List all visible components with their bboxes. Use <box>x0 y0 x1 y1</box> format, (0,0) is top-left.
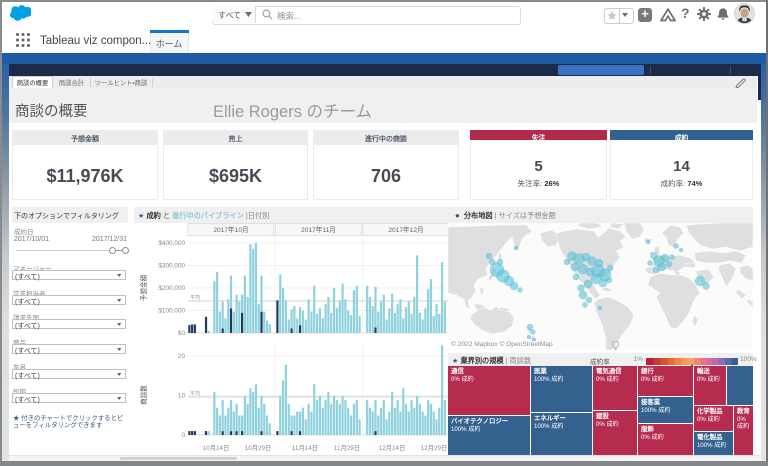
svg-text:平均: 平均 <box>190 293 200 301</box>
svg-text:$0: $0 <box>178 330 186 337</box>
svg-text:2017年12月: 2017年12月 <box>388 225 423 234</box>
svg-text:12月29日: 12月29日 <box>421 444 448 452</box>
svg-text:11月14日: 11月14日 <box>292 444 318 452</box>
svg-text:$100,000: $100,000 <box>158 308 185 315</box>
svg-text:$300,000: $300,000 <box>158 263 185 270</box>
svg-text:12月14日: 12月14日 <box>379 444 406 452</box>
svg-text:20: 20 <box>178 353 186 360</box>
svg-text:10: 10 <box>178 393 186 400</box>
svg-text:$200,000: $200,000 <box>158 285 185 292</box>
svg-text:10月29日: 10月29日 <box>245 444 272 452</box>
svg-text:平均: 平均 <box>190 389 200 397</box>
svg-text:2017年11月: 2017年11月 <box>301 225 336 234</box>
svg-text:10月14日: 10月14日 <box>203 444 230 452</box>
svg-text:2017年10月: 2017年10月 <box>213 225 248 234</box>
svg-text:0: 0 <box>181 432 185 439</box>
svg-text:商談数: 商談数 <box>139 385 148 405</box>
svg-text:$400,000: $400,000 <box>158 240 185 247</box>
svg-text:11月29日: 11月29日 <box>334 444 360 452</box>
svg-text:予想金額: 予想金額 <box>139 274 148 301</box>
